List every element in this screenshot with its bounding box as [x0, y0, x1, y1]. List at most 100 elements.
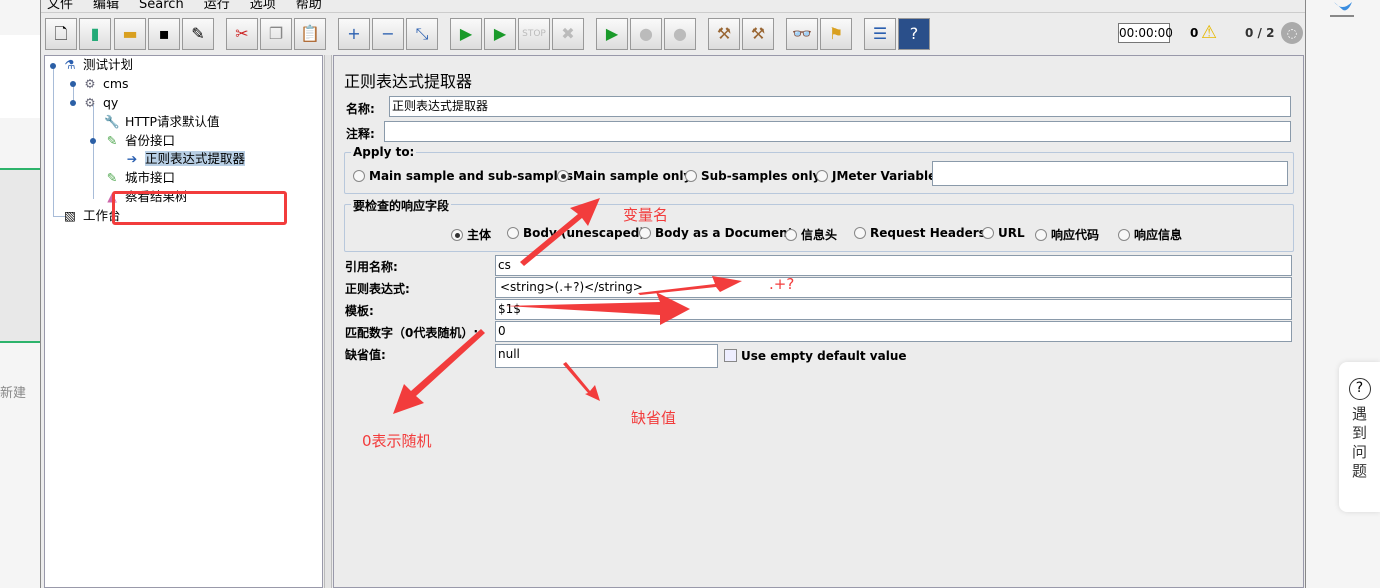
- active-threads: 0 / 2: [1245, 26, 1275, 40]
- templates-button[interactable]: ▮: [79, 18, 111, 50]
- question-icon: ?: [1348, 378, 1371, 400]
- default-value-input[interactable]: null: [495, 344, 718, 368]
- stop-button[interactable]: STOP: [518, 18, 550, 50]
- paste-button[interactable]: 📋: [294, 18, 326, 50]
- radio-body-unescaped[interactable]: Body (unescaped): [507, 226, 645, 240]
- name-input[interactable]: 正则表达式提取器: [389, 96, 1291, 117]
- folder-icon: ▬: [122, 24, 138, 43]
- menu-search[interactable]: Search: [139, 0, 184, 12]
- tree-item-config[interactable]: 🔧 HTTP请求默认值: [103, 113, 219, 131]
- new-button[interactable]: 🗋: [45, 18, 77, 50]
- shutdown-button[interactable]: ✖: [552, 18, 584, 50]
- menu-file[interactable]: 文件: [47, 0, 73, 12]
- start-button[interactable]: ▶: [450, 18, 482, 50]
- help-book-icon: ?: [909, 24, 919, 43]
- menu-help[interactable]: 帮助: [296, 0, 322, 12]
- radio-response-code[interactable]: 响应代码: [1035, 226, 1099, 243]
- regex-input[interactable]: <string>(.+?)</string>: [495, 277, 1292, 298]
- new-label[interactable]: 新建: [0, 382, 26, 401]
- expand-toggle[interactable]: [70, 81, 76, 87]
- highlight-box: [112, 191, 287, 225]
- clear-button[interactable]: ⚒: [708, 18, 740, 50]
- tree-item-extractor[interactable]: ➔ 正则表达式提取器: [123, 150, 246, 168]
- thread-group-gear-icon: ⚙: [84, 76, 96, 91]
- radio-main-only[interactable]: Main sample only: [557, 169, 691, 183]
- template-label: 模板:: [345, 304, 374, 318]
- radio-sub-only[interactable]: Sub-samples only: [685, 169, 820, 183]
- toggle-icon: ⤡: [415, 24, 429, 43]
- menu-edit[interactable]: 编辑: [93, 0, 119, 12]
- search-button[interactable]: 👓: [786, 18, 818, 50]
- comment-input[interactable]: [384, 121, 1291, 142]
- function-helper-button[interactable]: ☰: [864, 18, 896, 50]
- toggle-button[interactable]: ⤡: [406, 18, 438, 50]
- plus-icon: +: [347, 24, 361, 43]
- play-icon: ▶: [459, 24, 473, 43]
- tree-item-thread-group[interactable]: ⚙ cms: [81, 75, 128, 93]
- radio-main-and-sub[interactable]: Main sample and sub-samples: [353, 169, 573, 183]
- match-no-input[interactable]: 0: [495, 321, 1292, 342]
- cut-button[interactable]: ✂: [226, 18, 258, 50]
- warning-icon[interactable]: ⚠: [1201, 22, 1217, 43]
- copy-button[interactable]: ❐: [260, 18, 292, 50]
- collapse-button[interactable]: −: [372, 18, 404, 50]
- tree-item-thread-group[interactable]: ⚙ qy: [81, 94, 118, 112]
- error-count: 0: [1190, 26, 1199, 40]
- response-field-title: 要检查的响应字段: [351, 197, 452, 214]
- apply-to-group: Apply to: Main sample and sub-samples Ma…: [344, 145, 1294, 194]
- minus-icon: −: [381, 24, 395, 43]
- use-empty-default-checkbox[interactable]: Use empty default value: [724, 349, 907, 363]
- ref-name-label: 引用名称:: [345, 260, 398, 274]
- expand-toggle[interactable]: [70, 100, 76, 106]
- background-card: [0, 35, 40, 118]
- radio-jmeter-variable[interactable]: JMeter Variable: [816, 169, 936, 183]
- tree-item-test-plan[interactable]: ⚗ 测试计划: [61, 56, 133, 74]
- expand-button[interactable]: +: [338, 18, 370, 50]
- tree-item-sampler[interactable]: ✎ 城市接口: [103, 169, 175, 187]
- radio-request-headers[interactable]: Request Headers: [854, 226, 986, 240]
- ref-name-input[interactable]: cs: [495, 255, 1292, 276]
- jmeter-window: 文件 编辑 Search 运行 选项 帮助 🗋 ▮ ▬ ▪ ✎ ✂ ❐ 📋 + − ⤡ ▶…: [40, 0, 1306, 588]
- regex-extractor-panel: 正则表达式提取器 名称: 正则表达式提取器 注释: Apply to: Main…: [333, 55, 1304, 588]
- clear-all-button[interactable]: ⚒: [742, 18, 774, 50]
- list-icon: ☰: [872, 24, 888, 43]
- clipboard-icon: 📋: [300, 24, 320, 43]
- menu-bar: 文件 编辑 Search 运行 选项 帮助: [41, 0, 1305, 12]
- radio-url[interactable]: URL: [982, 226, 1025, 240]
- radio-headers[interactable]: 信息头: [785, 226, 837, 243]
- split-pane-divider[interactable]: [324, 55, 332, 588]
- open-button[interactable]: ▬: [114, 18, 146, 50]
- remote-exit-icon: ●: [673, 24, 687, 43]
- remote-start-button[interactable]: ▶: [596, 18, 628, 50]
- remote-exit-button[interactable]: ●: [664, 18, 696, 50]
- wrench-icon: 🔧: [104, 114, 120, 129]
- expand-toggle[interactable]: [50, 63, 56, 69]
- remote-play-icon: ▶: [605, 24, 619, 43]
- broom-reset-icon: ⚑: [828, 24, 844, 43]
- save-as-button[interactable]: ✎: [182, 18, 214, 50]
- remote-status-icon: ◌: [1281, 22, 1303, 44]
- panel-title: 正则表达式提取器: [344, 72, 473, 91]
- menu-run[interactable]: 运行: [204, 0, 230, 12]
- annotation-random-hint: 0表示随机: [362, 432, 432, 450]
- save-button[interactable]: ▪: [148, 18, 180, 50]
- thread-group-gear-icon: ⚙: [84, 95, 96, 110]
- annotation-default-hint: 缺省值: [631, 409, 677, 427]
- remote-stop-button[interactable]: ●: [630, 18, 662, 50]
- start-no-pauses-button[interactable]: ▶: [484, 18, 516, 50]
- tree-item-sampler[interactable]: ✎ 省份接口: [103, 132, 175, 150]
- stop-icon: STOP: [522, 29, 546, 39]
- radio-response-message[interactable]: 响应信息: [1118, 226, 1182, 243]
- jmeter-variable-input[interactable]: [932, 161, 1288, 186]
- radio-body-document[interactable]: Body as a Document: [639, 226, 793, 240]
- template-input[interactable]: $1$: [495, 299, 1292, 320]
- reset-search-button[interactable]: ⚑: [820, 18, 852, 50]
- expand-toggle[interactable]: [90, 138, 96, 144]
- help-widget[interactable]: ? 遇到问题: [1339, 362, 1380, 512]
- annotation-var-name: 变量名: [623, 206, 669, 224]
- help-button[interactable]: ?: [898, 18, 930, 50]
- binoculars-icon: 👓: [792, 24, 812, 43]
- menu-options[interactable]: 选项: [250, 0, 276, 12]
- logo-icon: [1330, 2, 1354, 17]
- radio-body[interactable]: 主体: [451, 226, 491, 243]
